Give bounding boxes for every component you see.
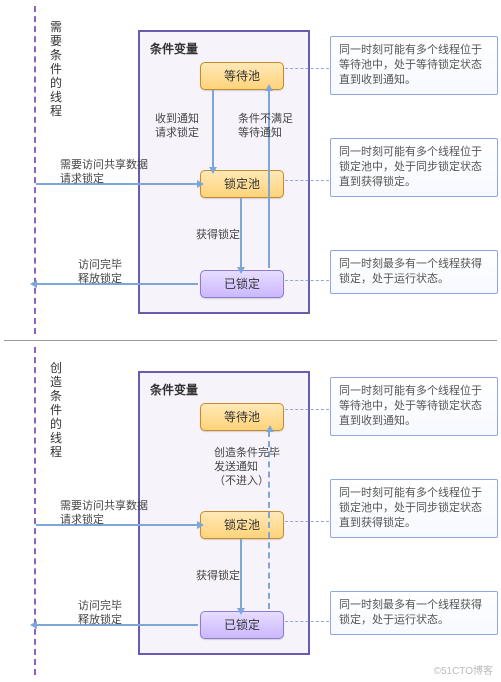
locked-node: 已锁定 (200, 270, 284, 298)
note-wait: 同一时刻可能有多个线程位于等待池中，处于等待锁定状态直到收到通知。 (330, 36, 498, 95)
cond-title: 条件变量 (150, 40, 198, 57)
lock-pool-node: 锁定池 (200, 170, 284, 198)
side-label: 创造条件的线程 (50, 361, 64, 459)
locked-node: 已锁定 (200, 611, 284, 639)
note-lockpool: 同一时刻可能有多个线程位于锁定池中，处于同步锁定状态直到获得锁定。 (330, 479, 498, 538)
arrow-wait-to-lockpool (212, 90, 214, 168)
note-line (285, 409, 329, 410)
label-done: 访问完毕 释放锁定 (78, 599, 122, 627)
watermark: ©51CTO博客 (434, 662, 493, 677)
label-notmet: 条件不满足 等待通知 (238, 112, 293, 140)
label-need: 需要访问共享数据 请求锁定 (60, 158, 148, 186)
note-line (285, 621, 329, 622)
note-line (285, 521, 329, 522)
note-wait: 同一时刻可能有多个线程位于等待池中，处于等待锁定状态直到收到通知。 (330, 377, 498, 436)
note-line (285, 180, 329, 181)
label-done: 访问完毕 释放锁定 (78, 258, 122, 286)
note-line (285, 68, 329, 69)
note-locked: 同一时刻最多有一个线程获得锁定，处于运行状态。 (330, 591, 498, 635)
label-recv: 收到通知 请求锁定 (155, 112, 199, 140)
label-need: 需要访问共享数据 请求锁定 (60, 499, 148, 527)
label-gotlock: 获得锁定 (196, 569, 240, 583)
note-locked: 同一时刻最多有一个线程获得锁定，处于运行状态。 (330, 250, 498, 294)
label-gotlock: 获得锁定 (196, 228, 240, 242)
label-notify: 创造条件完毕 发送通知 （不进入） (214, 446, 280, 488)
diagram-page: 需要条件的线程 条件变量 等待池 锁定池 已锁定 收到通知 请求锁定 条件不满足… (0, 0, 501, 681)
top-diagram: 需要条件的线程 条件变量 等待池 锁定池 已锁定 收到通知 请求锁定 条件不满足… (0, 0, 501, 340)
lock-pool-node: 锁定池 (200, 511, 284, 539)
bottom-diagram: 创造条件的线程 条件变量 等待池 锁定池 已锁定 创造条件完毕 发送通知 （不进… (0, 341, 501, 681)
side-label: 需要条件的线程 (50, 20, 64, 118)
note-lockpool: 同一时刻可能有多个线程位于锁定池中，处于同步锁定状态直到获得锁定。 (330, 138, 498, 197)
arrow-lockpool-to-locked (240, 198, 242, 268)
arrow-lockpool-to-locked (240, 539, 242, 609)
note-line (285, 280, 329, 281)
cond-title: 条件变量 (150, 381, 198, 398)
